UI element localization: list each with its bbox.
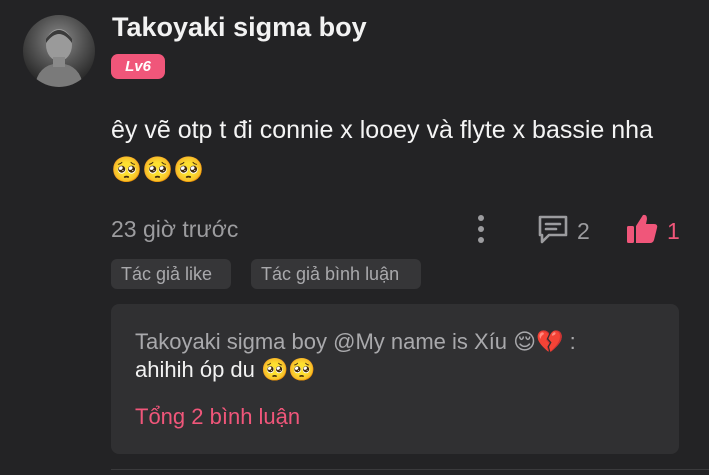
comment-text: êy vẽ otp t đi connie x looey và flyte x… bbox=[111, 116, 653, 184]
author-like-tag: Tác giả like bbox=[111, 259, 231, 289]
avatar[interactable] bbox=[23, 15, 95, 87]
avatar-image bbox=[35, 29, 83, 87]
divider bbox=[111, 469, 709, 470]
reply-text: ahihih óp du 🥺🥺 bbox=[135, 357, 316, 382]
like-count: 1 bbox=[667, 218, 680, 244]
more-vertical-icon[interactable] bbox=[470, 212, 492, 246]
thumbs-up-icon[interactable] bbox=[625, 212, 659, 246]
comment-item: Takoyaki sigma boy Lv6 êy vẽ otp t đi co… bbox=[0, 0, 709, 475]
comment-timestamp: 23 giờ trước bbox=[111, 216, 239, 242]
reply-author[interactable]: Takoyaki sigma boy bbox=[135, 329, 327, 354]
reply-emojis: 😌💔 bbox=[513, 329, 564, 354]
username[interactable]: Takoyaki sigma boy bbox=[112, 12, 367, 43]
author-reply-tag: Tác giả bình luận bbox=[251, 259, 421, 289]
level-badge: Lv6 bbox=[111, 54, 165, 79]
reply-count: 2 bbox=[577, 218, 590, 244]
reply-separator: : bbox=[563, 329, 576, 354]
replies-preview[interactable]: Takoyaki sigma boy @My name is Xíu 😌💔 : … bbox=[111, 304, 679, 454]
reply-mention[interactable]: @My name is Xíu bbox=[333, 329, 507, 354]
comment-icon[interactable] bbox=[536, 212, 570, 246]
view-all-replies-link[interactable]: Tổng 2 bình luận bbox=[135, 404, 300, 430]
reply-preview: Takoyaki sigma boy @My name is Xíu 😌💔 : … bbox=[135, 328, 665, 384]
